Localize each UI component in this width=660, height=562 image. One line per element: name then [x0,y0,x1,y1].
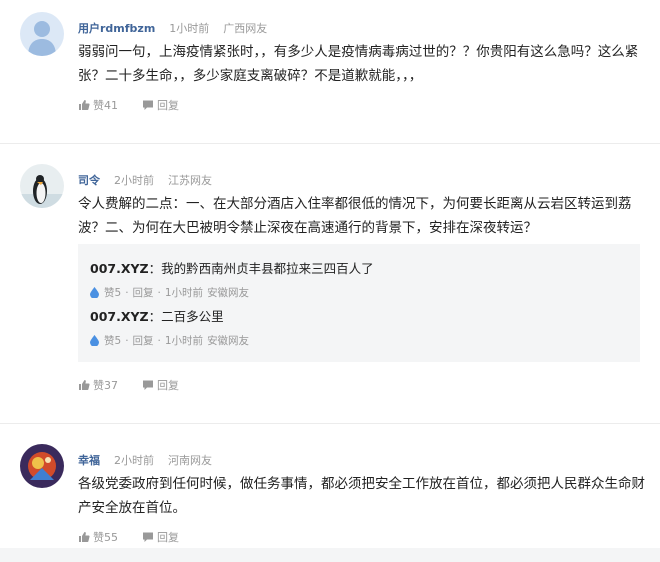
bottom-strip [0,548,660,562]
comment-actions: 赞55 回复 [78,529,203,545]
location: 广西网友 [223,22,268,35]
reply-text: 我的黔西南州贞丰县都拉来三四百人了 [161,261,374,276]
location: 河南网友 [168,454,212,467]
reply-item: 007.XYZ：二百多公里 赞5 · 回复 · 1小时前 安徽网友 [90,306,630,348]
comment-meta: 司令 2小时前 江苏网友 [78,172,212,188]
timestamp: 1小时前 [169,22,210,35]
username[interactable]: 用户rdmfbzm [78,20,155,36]
reply-reply-button[interactable]: 回复 [133,285,154,300]
reply-colon: ： [148,309,162,324]
like-count: 赞41 [93,99,118,112]
reply-content: 007.XYZ：我的黔西南州贞丰县都拉来三四百人了 [90,258,630,277]
username[interactable]: 司令 [78,172,100,188]
thumbs-up-icon [79,380,90,390]
separator: · [125,286,129,299]
reply-list: 007.XYZ：我的黔西南州贞丰县都拉来三四百人了 赞5 · 回复 · 1小时前… [78,244,640,362]
like-button[interactable]: 赞55 [78,529,118,545]
comment-actions: 赞41 回复 [78,97,203,113]
reply-content: 007.XYZ：二百多公里 [90,306,630,325]
separator: · [157,286,161,299]
reply-label: 回复 [157,99,179,112]
comment-text: 各级党委政府到任何时候，做任务事情，都必须把安全工作放在首位，都必须把人民群众生… [78,476,645,516]
like-drop-icon[interactable] [90,287,99,298]
avatar[interactable] [20,444,64,488]
username[interactable]: 幸福 [78,452,100,468]
reply-button[interactable]: 回复 [142,377,179,393]
reply-meta: 赞5 · 回复 · 1小时前 安徽网友 [90,333,630,348]
timestamp: 2小时前 [114,454,154,467]
reply-time: 1小时前 [164,335,204,347]
reply-button[interactable]: 回复 [142,97,179,113]
thumbs-up-icon [79,100,90,110]
comment-text: 令人费解的二点：一、在大部分酒店入住率都很低的情况下，为何要长距离从云岩区转运到… [78,196,632,236]
reply-like-count[interactable]: 赞5 [104,285,121,300]
reply-time: 1小时前 [164,287,204,299]
avatar[interactable] [20,164,64,208]
reply-item: 007.XYZ：我的黔西南州贞丰县都拉来三四百人了 赞5 · 回复 · 1小时前… [90,258,630,300]
thumbs-up-icon [79,532,90,542]
reply-button[interactable]: 回复 [142,529,179,545]
divider [0,143,660,144]
comment-actions: 赞37 回复 [78,377,203,393]
reply-label: 回复 [157,531,179,544]
timestamp: 2小时前 [114,174,154,187]
like-drop-icon[interactable] [90,335,99,346]
separator: · [125,334,129,347]
reply-label: 回复 [157,379,179,392]
reply-location: 安徽网友 [207,335,250,347]
comment-text: 弱弱问一句，上海疫情紧张时，，有多少人是疫情病毒病过世的？？你贵阳有这么急吗？这… [78,44,639,84]
reply-location: 安徽网友 [207,287,250,299]
reply-username[interactable]: 007.XYZ [90,261,149,276]
location: 江苏网友 [168,174,212,187]
reply-colon: ： [148,261,162,276]
like-count: 赞55 [93,531,118,544]
like-count: 赞37 [93,379,118,392]
comment-meta: 用户rdmfbzm 1小时前 广西网友 [78,20,267,36]
reply-like-count[interactable]: 赞5 [104,333,121,348]
avatar[interactable] [20,12,64,56]
reply-username[interactable]: 007.XYZ [90,309,149,324]
separator: · [157,334,161,347]
comment-bubble-icon [143,380,153,390]
like-button[interactable]: 赞41 [78,97,118,113]
reply-reply-button[interactable]: 回复 [133,333,154,348]
like-button[interactable]: 赞37 [78,377,118,393]
comment-bubble-icon [143,532,153,542]
comment-meta: 幸福 2小时前 河南网友 [78,452,212,468]
divider [0,423,660,424]
reply-meta: 赞5 · 回复 · 1小时前 安徽网友 [90,285,630,300]
comment-bubble-icon [143,100,153,110]
reply-text: 二百多公里 [161,309,224,324]
